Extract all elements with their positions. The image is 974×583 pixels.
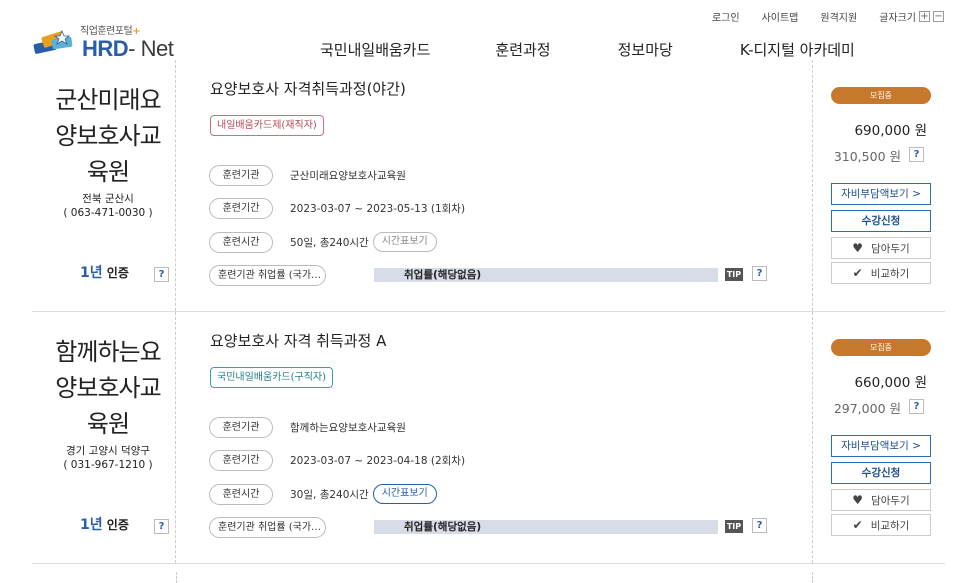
font-size-label: 글자크기 xyxy=(879,13,916,24)
employment-rate-selector[interactable]: 훈련기관 취업률 (국가… xyxy=(209,516,326,538)
tip-badge: TIP xyxy=(725,520,743,533)
status-badge: 모집중 xyxy=(831,87,931,104)
heart-icon: ♥ xyxy=(852,241,864,255)
nav-item-info[interactable]: 정보마당 xyxy=(618,39,673,60)
institution-phone: ( 063-471-0030 ) xyxy=(63,207,153,219)
utility-menu: 로그인 사이트맵 원격지원 글자크기 + − xyxy=(690,9,944,24)
price-column: 모집중 660,000 원 297,000 원 ? 자비부담액보기 > 수강신청… xyxy=(812,312,945,563)
institution-value: 군산미래요양보호사교육원 xyxy=(290,169,406,182)
course-card: 군산미래요 양보호사교 육원 전북 군산시 ( 063-471-0030 ) 1… xyxy=(32,60,945,312)
remote-support-link[interactable]: 원격지원 xyxy=(820,9,857,24)
wishlist-button[interactable]: ♥ 담아두기 xyxy=(831,489,931,511)
self-pay-view-button[interactable]: 자비부담액보기 > xyxy=(831,183,931,205)
institution-address: 전북 군산시 ( 063-471-0030 ) xyxy=(38,192,178,220)
employment-rate-selector[interactable]: 훈련기관 취업률 (국가… xyxy=(209,264,326,286)
status-badge: 모집중 xyxy=(831,339,931,356)
font-size-increase-button[interactable]: + xyxy=(919,11,930,22)
time-table-button[interactable]: 시간표보기 xyxy=(372,232,437,252)
institution-value: 함께하는요양보호사교육원 xyxy=(290,421,406,434)
nav-item-national-card[interactable]: 국민내일배움카드 xyxy=(320,39,430,60)
period-label: 훈련기간 xyxy=(209,197,273,219)
hours-value: 30일, 총240시간 xyxy=(290,488,369,501)
certification-help-button[interactable]: ? xyxy=(154,267,169,282)
certification-badge: 1년 인증 xyxy=(80,265,129,281)
login-link[interactable]: 로그인 xyxy=(712,9,740,24)
institution-phone: ( 031-967-1210 ) xyxy=(63,459,153,471)
period-value: 2023-03-07 ~ 2023-04-18 (2회차) xyxy=(290,454,466,467)
employment-row: 훈련기관 취업률 (국가… xyxy=(209,264,326,286)
hours-row: 훈련시간 30일, 총240시간 시간표보기 xyxy=(209,483,437,505)
course-info-column: 요양보호사 자격 취득과정 A 국민내일배움카드(구직자) 훈련기관 함께하는요… xyxy=(208,312,812,563)
course-info-column: 요양보호사 자격취득과정(야간) 내일배움카드제(재직자) 훈련기관 군산미래요… xyxy=(208,60,812,311)
compare-button[interactable]: ✔ 비교하기 xyxy=(831,514,931,536)
institution-region: 전북 군산시 xyxy=(82,193,134,205)
self-pay-view-button[interactable]: 자비부담액보기 > xyxy=(831,435,931,457)
column-divider xyxy=(176,572,177,583)
sitemap-link[interactable]: 사이트맵 xyxy=(762,9,799,24)
hours-value: 50일, 총240시간 xyxy=(290,236,369,249)
apply-button[interactable]: 수강신청 xyxy=(831,210,931,232)
self-pay-price: 297,000 원 xyxy=(833,401,901,416)
column-divider xyxy=(812,572,813,583)
hours-label: 훈련시간 xyxy=(209,483,273,505)
check-icon: ✔ xyxy=(852,518,863,532)
period-value: 2023-03-07 ~ 2023-05-13 (1회차) xyxy=(290,202,466,215)
apply-button[interactable]: 수강신청 xyxy=(831,462,931,484)
price-help-button[interactable]: ? xyxy=(909,399,924,414)
logo-subtitle: 직업훈련포털+ xyxy=(80,26,141,37)
institution-region: 경기 고양시 덕양구 xyxy=(66,445,150,457)
course-price: 690,000 원 xyxy=(854,123,927,139)
logo-wordmark: HRD- Net xyxy=(82,36,174,61)
logo-mark-icon xyxy=(33,29,73,54)
heart-icon: ♥ xyxy=(852,493,864,507)
nav-item-k-digital[interactable]: K-디지털 아카데미 xyxy=(740,39,855,60)
employment-row: 훈련기관 취업률 (국가… xyxy=(209,516,326,538)
nav-item-training-courses[interactable]: 훈련과정 xyxy=(495,39,550,60)
tip-badge: TIP xyxy=(725,268,743,281)
certification-help-button[interactable]: ? xyxy=(154,519,169,534)
institution-row: 훈련기관 함께하는요양보호사교육원 xyxy=(209,416,406,438)
course-title[interactable]: 요양보호사 자격 취득과정 A xyxy=(210,330,386,351)
institution-address: 경기 고양시 덕양구 ( 031-967-1210 ) xyxy=(38,444,178,472)
employment-help-button[interactable]: ? xyxy=(752,266,767,281)
certification-badge: 1년 인증 xyxy=(80,517,129,533)
institution-row: 훈련기관 군산미래요양보호사교육원 xyxy=(209,164,406,186)
wishlist-button[interactable]: ♥ 담아두기 xyxy=(831,237,931,259)
course-card: 함께하는요 양보호사교 육원 경기 고양시 덕양구 ( 031-967-1210… xyxy=(32,312,945,564)
period-row: 훈련기간 2023-03-07 ~ 2023-05-13 (1회차) xyxy=(209,197,465,219)
hours-label: 훈련시간 xyxy=(209,231,273,253)
hours-row: 훈련시간 50일, 총240시간 시간표보기 xyxy=(209,231,437,253)
institution-name[interactable]: 함께하는요 양보호사교 육원 xyxy=(38,334,178,442)
price-column: 모집중 690,000 원 310,500 원 ? 자비부담액보기 > 수강신청… xyxy=(812,60,945,311)
institution-label: 훈련기관 xyxy=(209,164,273,186)
institution-column: 군산미래요 양보호사교 육원 전북 군산시 ( 063-471-0030 ) 1… xyxy=(32,60,176,311)
course-type-tag: 국민내일배움카드(구직자) xyxy=(210,367,334,388)
period-label: 훈련기간 xyxy=(209,449,273,471)
course-title[interactable]: 요양보호사 자격취득과정(야간) xyxy=(210,78,406,99)
course-type-tag: 내일배움카드제(재직자) xyxy=(210,115,324,136)
compare-button[interactable]: ✔ 비교하기 xyxy=(831,262,931,284)
institution-label: 훈련기관 xyxy=(209,416,273,438)
price-help-button[interactable]: ? xyxy=(909,147,924,162)
check-icon: ✔ xyxy=(852,266,863,280)
institution-name[interactable]: 군산미래요 양보호사교 육원 xyxy=(38,82,178,190)
institution-column: 함께하는요 양보호사교 육원 경기 고양시 덕양구 ( 031-967-1210… xyxy=(32,312,176,563)
font-size-control: 글자크기 + − xyxy=(879,9,944,24)
font-size-decrease-button[interactable]: − xyxy=(933,11,944,22)
period-row: 훈련기간 2023-03-07 ~ 2023-04-18 (2회차) xyxy=(209,449,465,471)
course-price: 660,000 원 xyxy=(854,375,927,391)
main-navigation: 국민내일배움카드 훈련과정 정보마당 K-디지털 아카데미 xyxy=(320,39,855,60)
employment-help-button[interactable]: ? xyxy=(752,518,767,533)
employment-rate-bar: 취업률(해당없음) xyxy=(374,268,718,282)
self-pay-price: 310,500 원 xyxy=(833,149,901,164)
employment-rate-bar: 취업률(해당없음) xyxy=(374,520,718,534)
hrd-net-logo[interactable]: 직업훈련포털+ HRD- Net xyxy=(32,20,192,62)
time-table-button[interactable]: 시간표보기 xyxy=(372,484,437,504)
